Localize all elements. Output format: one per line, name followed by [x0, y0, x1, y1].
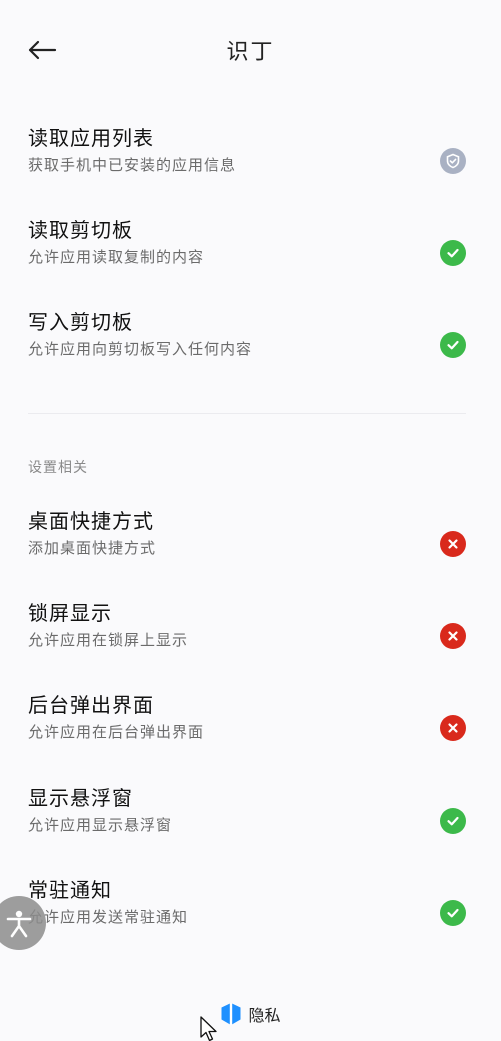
status-readonly-icon[interactable] — [440, 148, 466, 174]
permission-read-app-list: 读取应用列表 获取手机中已安装的应用信息 — [28, 124, 473, 204]
section-divider — [28, 413, 466, 414]
permission-title: 读取应用列表 — [28, 126, 154, 150]
check-icon — [447, 908, 459, 918]
shield-check-icon — [446, 153, 460, 169]
status-allowed-icon[interactable] — [440, 808, 466, 834]
permission-title: 写入剪切板 — [28, 310, 133, 334]
setting-title: 锁屏显示 — [28, 601, 112, 625]
setting-title: 显示悬浮窗 — [28, 786, 133, 810]
setting-persistent-notification: 常驻通知 允许应用发送常驻通知 — [28, 876, 473, 956]
setting-desc: 添加桌面快捷方式 — [28, 539, 157, 557]
setting-title: 桌面快捷方式 — [28, 509, 154, 533]
setting-floating-window: 显示悬浮窗 允许应用显示悬浮窗 — [28, 784, 473, 864]
check-icon — [447, 816, 459, 826]
permission-desc: 允许应用向剪切板写入任何内容 — [28, 340, 253, 358]
page-title: 识丁 — [226, 40, 275, 65]
privacy-link[interactable]: 隐私 — [0, 1000, 501, 1028]
setting-desc: 允许应用在锁屏上显示 — [28, 631, 189, 649]
setting-desc: 允许应用在后台弹出界面 — [28, 723, 205, 741]
status-allowed-icon[interactable] — [440, 900, 466, 926]
close-icon — [448, 723, 458, 733]
status-denied-icon[interactable] — [440, 623, 466, 649]
setting-desktop-shortcut: 桌面快捷方式 添加桌面快捷方式 — [28, 507, 473, 587]
setting-lock-screen: 锁屏显示 允许应用在锁屏上显示 — [28, 599, 473, 679]
check-icon — [447, 340, 459, 350]
setting-desc: 允许应用显示悬浮窗 — [28, 816, 173, 834]
status-denied-icon[interactable] — [440, 715, 466, 741]
permission-desc: 允许应用读取复制的内容 — [28, 248, 205, 266]
mouse-cursor-icon — [200, 1016, 217, 1041]
check-icon — [447, 248, 459, 258]
close-icon — [448, 539, 458, 549]
app-header: 识丁 — [0, 0, 501, 100]
person-icon — [6, 910, 32, 938]
permission-desc: 获取手机中已安装的应用信息 — [28, 156, 237, 174]
permission-title: 读取剪切板 — [28, 218, 133, 242]
setting-desc: 允许应用发送常驻通知 — [28, 908, 189, 926]
status-denied-icon[interactable] — [440, 531, 466, 557]
setting-background-popup: 后台弹出界面 允许应用在后台弹出界面 — [28, 691, 473, 771]
close-icon — [448, 631, 458, 641]
setting-title: 后台弹出界面 — [28, 693, 154, 717]
permission-read-clipboard: 读取剪切板 允许应用读取复制的内容 — [28, 216, 473, 296]
permission-write-clipboard: 写入剪切板 允许应用向剪切板写入任何内容 — [28, 308, 473, 388]
status-allowed-icon[interactable] — [440, 332, 466, 358]
section-label-settings: 设置相关 — [28, 460, 88, 476]
status-allowed-icon[interactable] — [440, 240, 466, 266]
privacy-shield-icon — [221, 1003, 241, 1025]
setting-title: 常驻通知 — [28, 878, 112, 902]
privacy-label: 隐私 — [248, 1006, 281, 1025]
